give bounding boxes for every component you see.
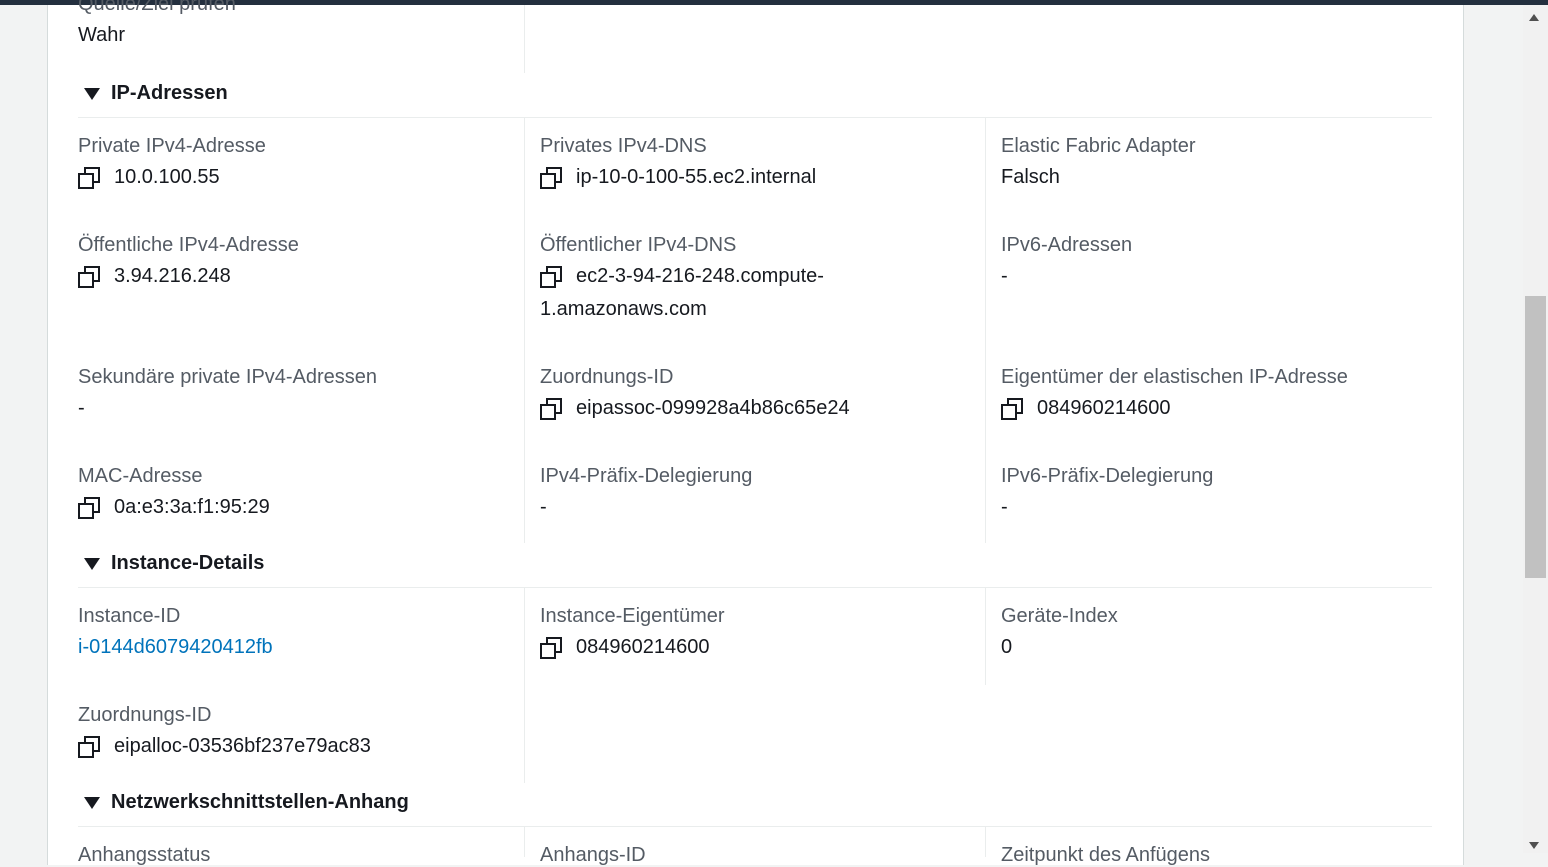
attachment-time-field: Zeitpunkt des Anfügens [1001, 843, 1210, 867]
section-title: Instance-Details [111, 552, 265, 574]
device-index-field: Geräte-Index 0 [1001, 604, 1118, 664]
column-divider [524, 118, 525, 543]
column-divider [985, 588, 986, 685]
public-ipv4-field: Öffentliche IPv4-Adresse 3.94.216.248 [78, 233, 299, 293]
field-value-continued: 1.amazonaws.com [540, 298, 707, 320]
field-value: ec2-3-94-216-248.compute- [576, 265, 824, 287]
field-label: Öffentlicher IPv4-DNS [540, 234, 737, 256]
field-value: 3.94.216.248 [114, 265, 231, 287]
column-divider [985, 118, 986, 543]
copy-icon[interactable] [78, 167, 100, 189]
scrollbar-thumb[interactable] [1525, 296, 1546, 578]
field-label: Anhangsstatus [78, 844, 211, 866]
copy-icon[interactable] [78, 736, 100, 758]
field-value: Falsch [1001, 166, 1060, 188]
caret-down-icon [84, 796, 100, 809]
field-label: Geräte-Index [1001, 605, 1118, 627]
section-header-ip-addresses[interactable]: IP-Adressen [84, 82, 228, 105]
allocation-id-field: Zuordnungs-ID eipalloc-03536bf237e79ac83 [78, 703, 371, 763]
field-value: eipassoc-099928a4b86c65e24 [576, 397, 850, 419]
field-label: Eigentümer der elastischen IP-Adresse [1001, 366, 1348, 388]
field-label: Sekundäre private IPv4-Adressen [78, 366, 378, 388]
section-title: IP-Adressen [111, 82, 228, 104]
secondary-private-ipv4-field: Sekundäre private IPv4-Adressen - [78, 365, 377, 425]
section-title: Netzwerkschnittstellen-Anhang [111, 791, 409, 813]
section-divider [78, 826, 1432, 827]
source-dest-check-field: Quelle/Ziel prüfen Wahr [78, 0, 236, 52]
column-divider [524, 5, 525, 73]
ipv4-prefix-field: IPv4-Präfix-Delegierung - [540, 464, 752, 524]
copy-icon[interactable] [1001, 398, 1023, 420]
section-header-network-attachment[interactable]: Netzwerkschnittstellen-Anhang [84, 791, 409, 814]
field-label: Quelle/Ziel prüfen [78, 0, 236, 15]
scroll-down-arrow-icon[interactable] [1529, 842, 1539, 849]
scroll-up-arrow-icon[interactable] [1529, 14, 1539, 21]
field-label: IPv6-Präfix-Delegierung [1001, 465, 1214, 487]
copy-icon[interactable] [540, 637, 562, 659]
ipv6-prefix-field: IPv6-Präfix-Delegierung - [1001, 464, 1213, 524]
section-header-instance-details[interactable]: Instance-Details [84, 552, 264, 575]
public-dns-field: Öffentlicher IPv4-DNS ec2-3-94-216-248.c… [540, 233, 824, 326]
private-ipv4-field: Private IPv4-Adresse 10.0.100.55 [78, 134, 266, 194]
field-label: Elastic Fabric Adapter [1001, 135, 1196, 157]
field-value: 084960214600 [1037, 397, 1171, 419]
field-label: Öffentliche IPv4-Adresse [78, 234, 299, 256]
field-value: 0a:e3:3a:f1:95:29 [114, 496, 270, 518]
efa-field: Elastic Fabric Adapter Falsch [1001, 134, 1196, 194]
column-divider [524, 588, 525, 783]
caret-down-icon [84, 557, 100, 570]
field-value: 10.0.100.55 [114, 166, 220, 188]
attachment-id-field: Anhangs-ID [540, 843, 646, 867]
field-value: - [1001, 265, 1008, 287]
field-value: eipalloc-03536bf237e79ac83 [114, 735, 371, 757]
private-dns-field: Privates IPv4-DNS ip-10-0-100-55.ec2.int… [540, 134, 816, 194]
field-label: Instance-Eigentümer [540, 605, 725, 627]
field-value: - [1001, 496, 1008, 518]
copy-icon[interactable] [540, 167, 562, 189]
copy-icon[interactable] [78, 497, 100, 519]
field-value: - [540, 496, 547, 518]
field-value: 0 [1001, 636, 1013, 658]
field-label: Zuordnungs-ID [78, 704, 212, 726]
copy-icon[interactable] [78, 266, 100, 288]
field-label: IPv6-Adressen [1001, 234, 1133, 256]
field-value: ip-10-0-100-55.ec2.internal [576, 166, 817, 188]
field-value: - [78, 397, 85, 419]
copy-icon[interactable] [540, 266, 562, 288]
attachment-status-field: Anhangsstatus [78, 843, 210, 867]
field-label: Private IPv4-Adresse [78, 135, 266, 157]
field-label: Zuordnungs-ID [540, 366, 674, 388]
ipv6-field: IPv6-Adressen - [1001, 233, 1132, 293]
caret-down-icon [84, 87, 100, 100]
section-divider [78, 117, 1432, 118]
mac-address-field: MAC-Adresse 0a:e3:3a:f1:95:29 [78, 464, 270, 524]
eip-owner-field: Eigentümer der elastischen IP-Adresse 08… [1001, 365, 1348, 425]
section-divider [78, 587, 1432, 588]
instance-owner-field: Instance-Eigentümer 084960214600 [540, 604, 725, 664]
field-value: Wahr [78, 24, 126, 46]
field-label: MAC-Adresse [78, 465, 203, 487]
association-id-field: Zuordnungs-ID eipassoc-099928a4b86c65e24 [540, 365, 850, 425]
instance-id-link[interactable]: i-0144d6079420412fb [78, 631, 273, 664]
field-label: Privates IPv4-DNS [540, 135, 707, 157]
field-label: IPv4-Präfix-Delegierung [540, 465, 753, 487]
copy-icon[interactable] [540, 398, 562, 420]
field-label: Anhangs-ID [540, 844, 646, 866]
field-label: Zeitpunkt des Anfügens [1001, 844, 1211, 866]
field-value: 084960214600 [576, 636, 710, 658]
field-label: Instance-ID [78, 605, 181, 627]
instance-id-field: Instance-ID i-0144d6079420412fb [78, 604, 273, 664]
